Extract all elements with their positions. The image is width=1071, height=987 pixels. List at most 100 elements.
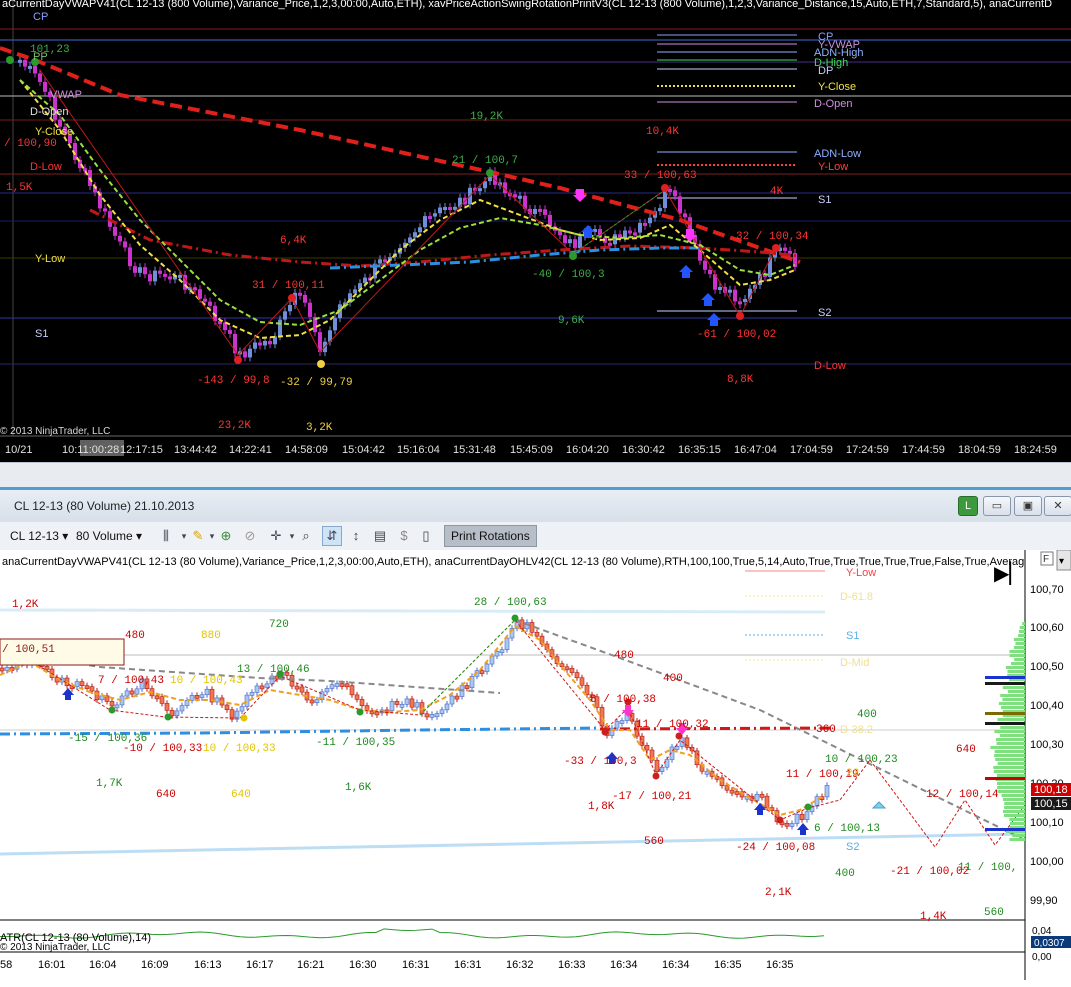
link-button[interactable]: L [958,496,978,516]
price-bar [733,289,737,302]
volume-label: 1,6K [345,782,372,794]
atr-tick-label: 0,04 [1032,926,1052,937]
volume-profile-bar [996,774,1025,777]
interval-select[interactable]: 80 Volume ▾ [76,526,142,546]
time-tick-label: 16:35 [766,959,794,971]
price-bar [678,196,682,214]
volume-profile-bar [1022,622,1025,625]
swing-label: 11 / 100,32 [636,719,709,731]
panel-toggle-button[interactable]: F [1043,554,1049,565]
time-tick-label: 16:17 [246,959,274,971]
price-bar [424,713,430,718]
bar-spacing-icon[interactable]: ⇵ [322,526,342,546]
price-bar [789,823,795,827]
swing-label: 28 / 100,63 [474,597,547,609]
bar-type-icon[interactable]: ⫼ [156,526,176,546]
price-bar [0,667,5,672]
price-bar [18,59,22,63]
price-bar [434,713,440,717]
chart-properties-icon[interactable]: ▤ [370,526,390,546]
time-tick-label: 16:32 [506,959,534,971]
swing-label: 10 / 100,33 [203,743,276,755]
price-bar [294,685,300,690]
close-button[interactable]: ✕ [1044,496,1071,516]
price-marker-line [985,828,1025,831]
swing-label: / 100,51 [2,644,55,656]
volume-label: 1,4K [920,911,947,923]
price-bar [203,298,207,302]
price-bar [269,675,275,685]
price-bar [633,232,637,236]
right-level-dp: DP [818,65,833,77]
price-bar [599,707,605,727]
top-price-chart[interactable]: aCurrentDayVWAPV41(CL 12-13 (800 Volume)… [0,0,1071,462]
window-titlebar[interactable]: CL 12-13 (80 Volume) 21.10.2013 L ▭ ▣ ✕ [0,490,1071,523]
interval-label: 80 Volume [76,529,133,543]
chart-window[interactable]: CL 12-13 (80 Volume) 21.10.2013 L ▭ ▣ ✕ … [0,490,1071,987]
time-tick-label: 10/21 [5,444,33,456]
price-bar [648,217,652,224]
strategy-icon[interactable]: $ [394,526,414,546]
volume-profile-bar [1018,630,1025,633]
right-level-y-low: Y-Low [818,161,848,173]
swing-point-marker [240,714,248,722]
price-bar [174,710,180,717]
minimize-button[interactable]: ▭ [983,496,1011,516]
price-tick-label: 100,00 [1030,856,1064,868]
volume-label: 640 [231,789,251,801]
data-box-icon[interactable]: ▯ [416,526,436,546]
right-level-d-low: D-Low [814,360,846,372]
price-bar [529,622,535,633]
remove-indicator-icon[interactable]: ⊘ [240,526,260,546]
print-rotations-button[interactable]: Print Rotations [444,525,537,547]
time-tick-label: 16:31 [454,959,482,971]
price-tick-label: 100,30 [1030,739,1064,751]
volume-label: 400 [835,868,855,880]
swing-label: 6 / 100,13 [814,823,880,835]
play-forward-icon[interactable]: ▶▏ [994,561,1025,585]
price-bar [654,759,660,772]
top-chart-panel[interactable]: aCurrentDayVWAPV41(CL 12-13 (800 Volume)… [0,0,1071,462]
price-bar [703,260,707,270]
price-bar [564,666,570,671]
zoom-icon[interactable]: ⌕ [296,526,316,546]
restore-button[interactable]: ▣ [1014,496,1042,516]
time-tick-label: 16:21 [297,959,325,971]
scale-icon[interactable]: ↕ [346,526,366,546]
volume-profile-bar [1000,734,1025,737]
panel-dropdown-icon[interactable]: ▾ [1059,556,1064,567]
time-tick-label: 58 [0,959,12,971]
price-bar [239,706,245,712]
price-bar [658,208,662,212]
instrument-select[interactable]: CL 12-13 ▾ [10,526,68,546]
price-marker-line [985,777,1025,780]
price-bar [184,700,190,706]
price-bar [329,684,335,689]
buy-arrow-icon [707,313,721,326]
price-bar [109,701,115,707]
price-bar [333,318,337,331]
volume-profile-bar [1018,634,1025,637]
price-marker-line [985,712,1025,715]
bottom-price-chart[interactable]: anaCurrentDayVWAPV41(CL 12-13 (80 Volume… [0,550,1071,987]
price-bar [268,340,272,345]
price-bar [824,785,830,798]
add-indicator-icon[interactable]: ⊕ [216,526,236,546]
swing-label: -10 / 100,33 [123,743,202,755]
price-bar [248,348,252,358]
swing-point-marker [6,56,14,64]
price-bar [103,208,107,212]
price-bar [134,688,140,695]
price-bar [33,65,37,74]
price-bar [433,213,437,217]
price-bar [759,794,765,798]
price-bar [534,631,540,637]
volume-label: 3,2K [306,422,333,434]
price-bar [584,684,590,696]
price-bar [28,65,32,69]
volume-profile-bar [996,782,1025,785]
price-bar [728,289,732,293]
price-bar [148,274,152,282]
swing-label: -11 / 100,35 [316,737,395,749]
swing-label: -143 / 99,8 [197,375,270,387]
